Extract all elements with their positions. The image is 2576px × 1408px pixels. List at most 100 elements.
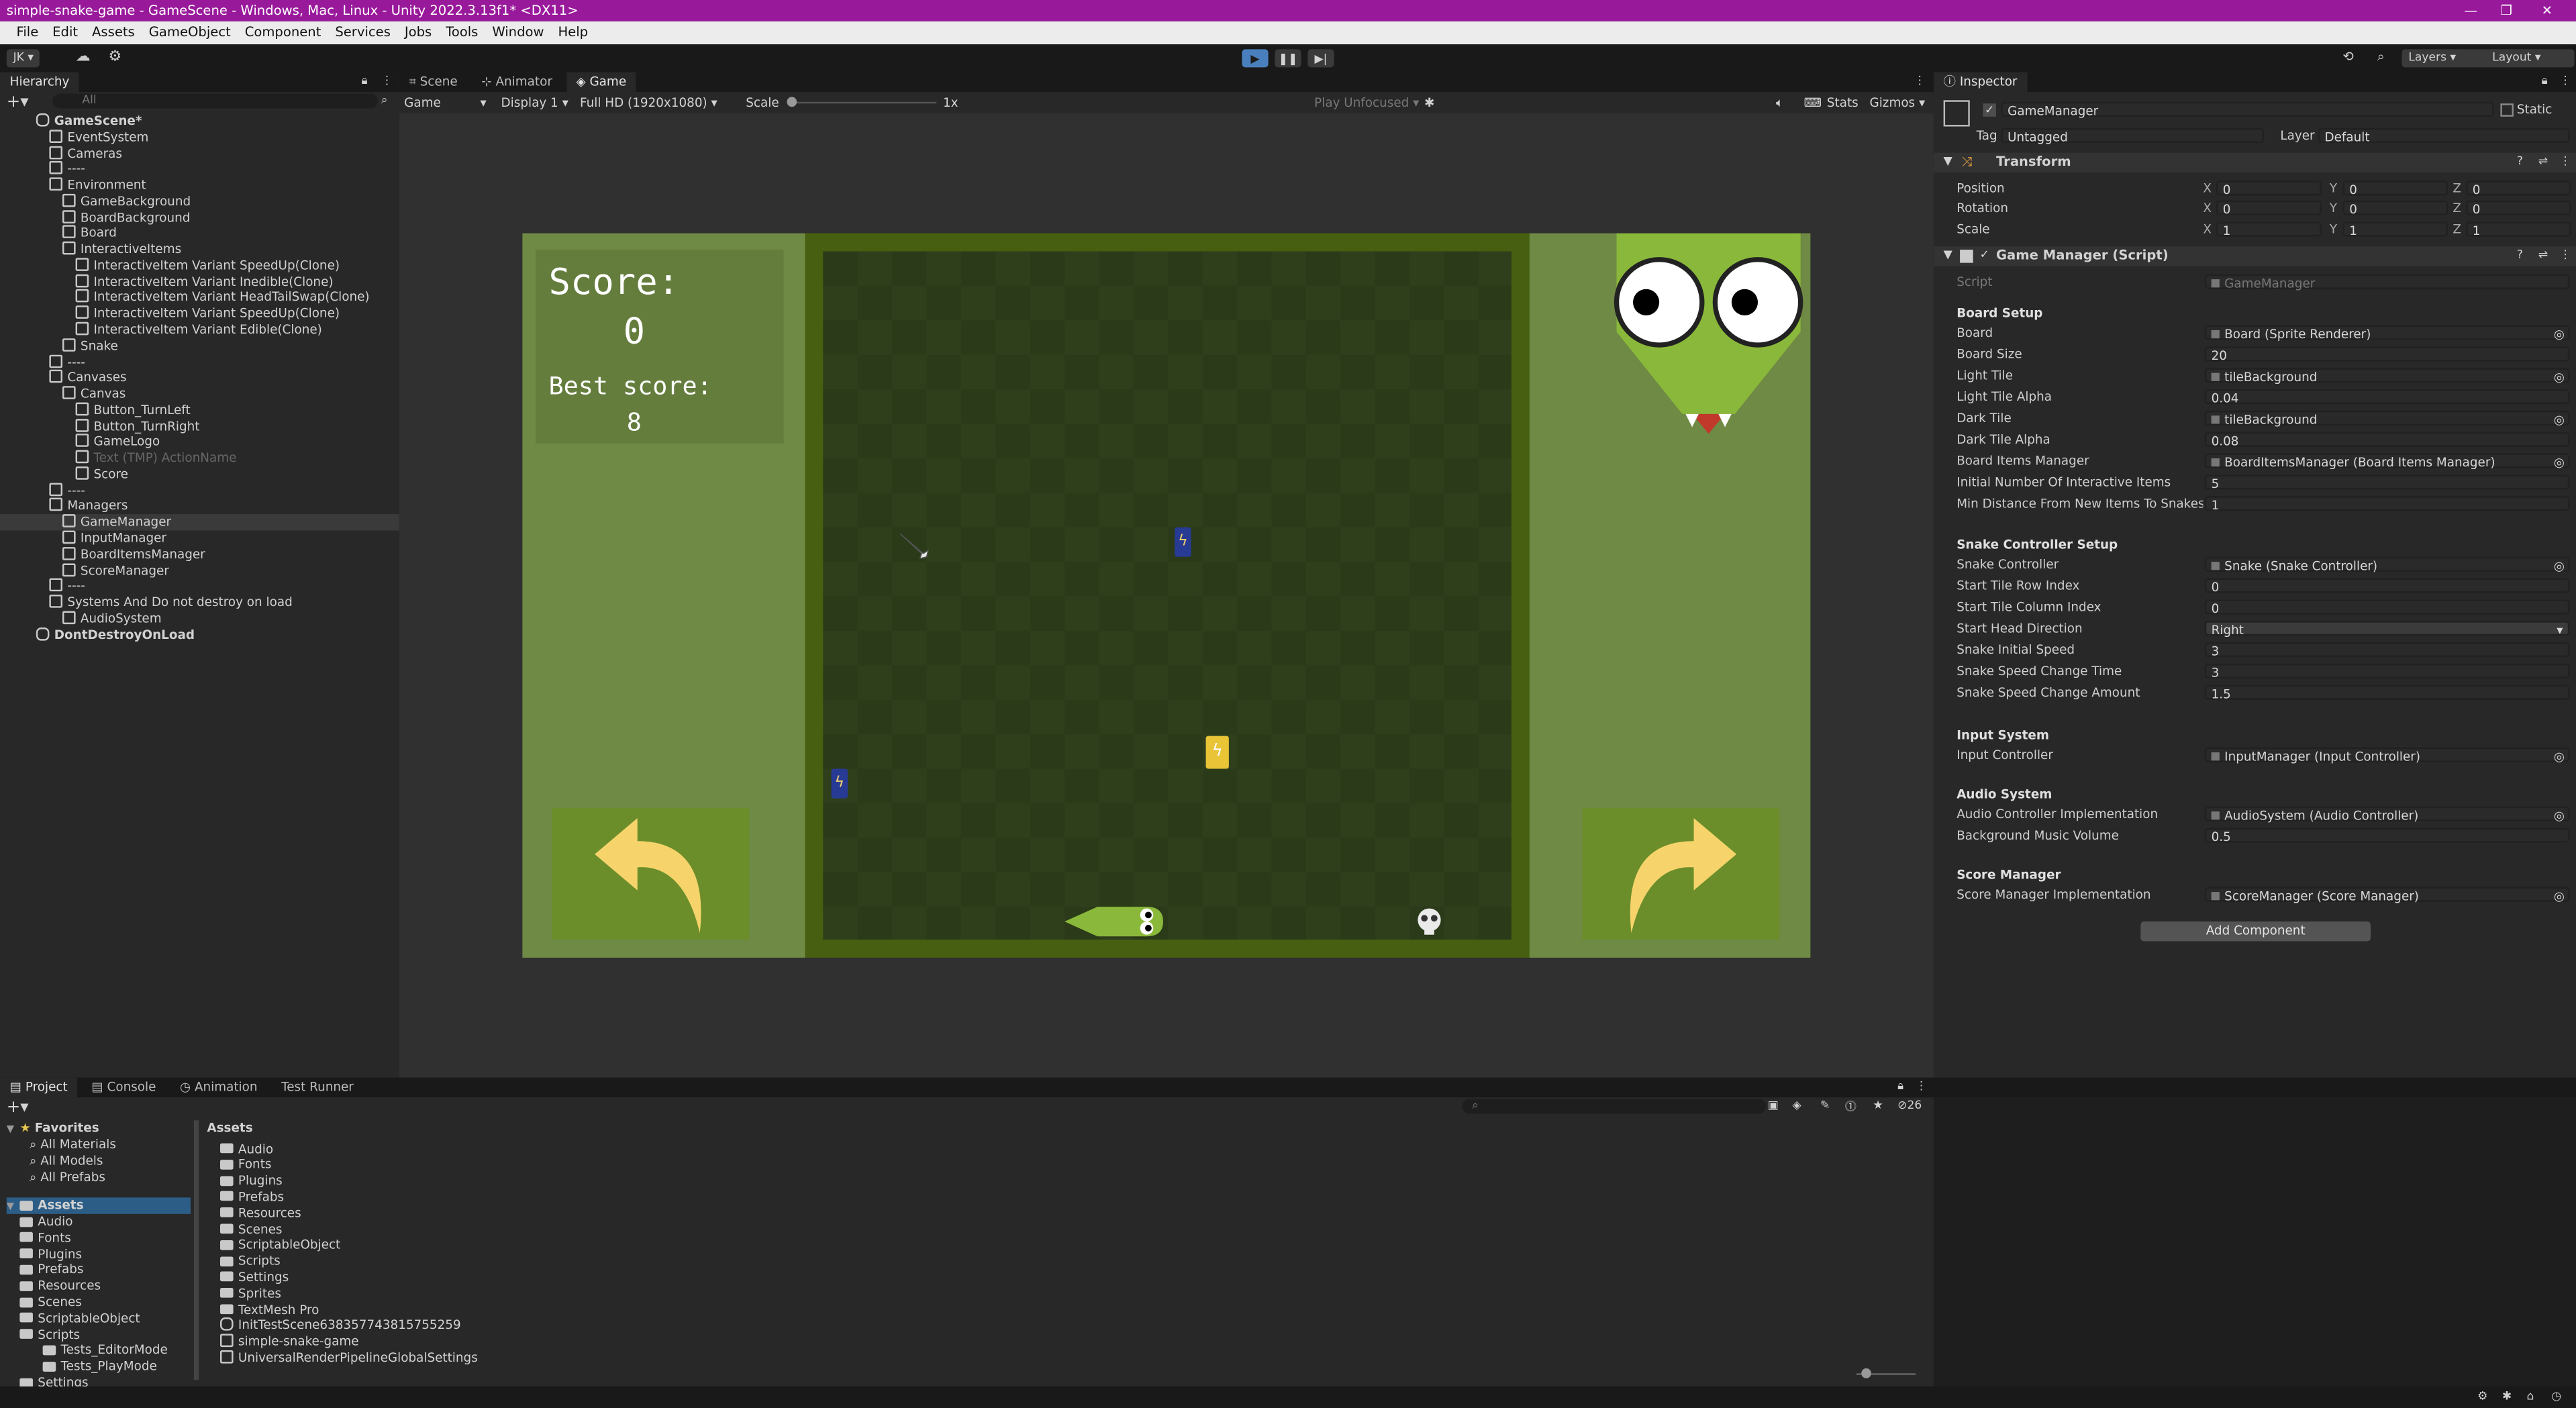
field-input[interactable]: 0 bbox=[2204, 577, 2570, 594]
debug-icon[interactable]: ✱ bbox=[2502, 1390, 2512, 1403]
hierarchy-item[interactable]: Systems And Do not destroy on load bbox=[0, 595, 399, 611]
hidden-packages-icon[interactable]: ⊘26 bbox=[1897, 1099, 1922, 1113]
tab-hierarchy[interactable]: Hierarchy bbox=[0, 72, 80, 93]
close-icon[interactable]: ✕ bbox=[2542, 0, 2553, 21]
more-menu-icon[interactable]: ⋮ bbox=[2560, 248, 2571, 262]
asset-item[interactable]: InitTestScene638357743815755259 bbox=[219, 1317, 461, 1334]
hierarchy-item[interactable]: InteractiveItem Variant SpeedUp(Clone) bbox=[0, 305, 399, 322]
tab-animation[interactable]: ◷ Animation bbox=[170, 1078, 267, 1097]
more-menu-icon[interactable]: ⋮ bbox=[2560, 74, 2571, 87]
hierarchy-item[interactable]: AudioSystem bbox=[0, 611, 399, 627]
audio-mute-icon[interactable]: 🔈︎ bbox=[1776, 95, 1783, 111]
object-picker-icon[interactable]: ◎ bbox=[2554, 888, 2565, 903]
favorite-item[interactable]: ⌕ All Prefabs bbox=[30, 1169, 105, 1185]
more-menu-icon[interactable]: ⋮ bbox=[1916, 1079, 1927, 1093]
history-icon[interactable]: ⟲ bbox=[2342, 49, 2353, 64]
menu-component[interactable]: Component bbox=[245, 25, 321, 40]
hierarchy-item[interactable]: Score bbox=[0, 466, 399, 483]
breadcrumb[interactable]: Assets bbox=[207, 1120, 252, 1135]
object-field[interactable]: BoardItemsManager (Board Items Manager) ◎ bbox=[2204, 453, 2570, 470]
tree-folder-item[interactable]: Plugins bbox=[19, 1246, 82, 1262]
search-by-label-icon[interactable]: ◈ bbox=[1792, 1099, 1801, 1113]
tab-game[interactable]: ◈ Game bbox=[566, 72, 636, 93]
tag-dropdown[interactable]: Untagged bbox=[2001, 128, 2264, 144]
bug-icon[interactable]: ✱ bbox=[1424, 95, 1434, 110]
progress-icon[interactable]: ⚙ bbox=[2477, 1390, 2487, 1403]
transform-z-field[interactable]: 0 bbox=[2465, 181, 2571, 197]
field-input[interactable]: 3 bbox=[2204, 642, 2570, 658]
hierarchy-item[interactable]: Managers bbox=[0, 498, 399, 515]
asset-item[interactable]: Plugins bbox=[219, 1173, 283, 1189]
component-header[interactable]: ▼ ✓ Game Manager (Script) ? ⇌ ⋮ bbox=[1933, 246, 2576, 266]
hierarchy-item[interactable]: Canvas bbox=[0, 386, 399, 402]
asset-item[interactable]: UniversalRenderPipelineGlobalSettings bbox=[219, 1350, 478, 1366]
hierarchy-item[interactable]: ---- bbox=[0, 161, 399, 178]
help-icon[interactable]: ? bbox=[2517, 248, 2523, 262]
transform-z-field[interactable]: 0 bbox=[2465, 201, 2571, 217]
hierarchy-item[interactable]: Environment bbox=[0, 177, 399, 194]
asset-item[interactable]: Scripts bbox=[219, 1254, 281, 1270]
layout-dropdown[interactable]: Layout ▾ bbox=[2485, 49, 2575, 68]
menu-jobs[interactable]: Jobs bbox=[405, 25, 432, 40]
favorite-star-icon[interactable]: ★ bbox=[1873, 1099, 1883, 1113]
static-checkbox[interactable] bbox=[2500, 103, 2514, 117]
display-dropdown[interactable]: Display 1 ▾ bbox=[501, 95, 568, 110]
field-input[interactable]: 3 bbox=[2204, 663, 2570, 680]
field-input[interactable]: 0 bbox=[2204, 599, 2570, 615]
hierarchy-item[interactable]: Canvases bbox=[0, 370, 399, 386]
settings-icon[interactable]: ⚙ bbox=[109, 49, 122, 65]
hierarchy-item[interactable]: Button_TurnLeft bbox=[0, 402, 399, 418]
tab-animator[interactable]: ⊹ Animator bbox=[472, 72, 562, 92]
object-name-field[interactable]: GameManager bbox=[2001, 101, 2494, 118]
tree-folder-item[interactable]: Tests_EditorMode bbox=[42, 1343, 168, 1359]
icon-size-slider-handle[interactable] bbox=[1861, 1368, 1871, 1378]
search-icon[interactable]: ⌕ bbox=[2377, 49, 2385, 65]
menu-gameobject[interactable]: GameObject bbox=[149, 25, 231, 40]
object-field[interactable]: Board (Sprite Renderer) ◎ bbox=[2204, 324, 2570, 341]
maximize-icon[interactable]: ❐ bbox=[2500, 0, 2512, 21]
tree-folder-item[interactable]: Fonts bbox=[19, 1230, 71, 1246]
tree-folder-item[interactable]: Prefabs bbox=[19, 1262, 83, 1278]
tab-inspector[interactable]: ⓘ Inspector bbox=[1933, 72, 2028, 93]
transform-header[interactable]: ▼ ⤨ Transform ? ⇌ ⋮ bbox=[1933, 152, 2576, 173]
asset-item[interactable]: simple-snake-game bbox=[219, 1334, 359, 1350]
favorite-item[interactable]: ⌕ All Materials bbox=[30, 1137, 116, 1153]
transform-y-field[interactable]: 1 bbox=[2342, 221, 2448, 238]
object-field[interactable]: InputManager (Input Controller) ◎ bbox=[2204, 746, 2570, 763]
more-menu-icon[interactable]: ⋮ bbox=[2560, 154, 2571, 168]
hierarchy-item[interactable]: InteractiveItem Variant HeadTailSwap(Clo… bbox=[0, 289, 399, 306]
assets-header[interactable]: ▼ Assets bbox=[6, 1197, 191, 1214]
tab-scene[interactable]: ⌗ Scene bbox=[399, 72, 468, 92]
tree-folder-item[interactable]: Audio bbox=[19, 1214, 73, 1230]
menu-file[interactable]: File bbox=[16, 25, 38, 40]
scale-slider-handle[interactable] bbox=[787, 97, 797, 107]
object-field[interactable]: ScoreManager (Score Manager) ◎ bbox=[2204, 886, 2570, 903]
hierarchy-item[interactable]: ---- bbox=[0, 482, 399, 499]
preset-icon[interactable]: ⇌ bbox=[2538, 248, 2548, 262]
hierarchy-item[interactable]: Button_TurnRight bbox=[0, 418, 399, 434]
gizmos-dropdown[interactable]: Gizmos ▾ bbox=[1869, 95, 1925, 110]
menu-services[interactable]: Services bbox=[335, 25, 391, 40]
sync-icon[interactable]: ◷ bbox=[2551, 1390, 2561, 1403]
hierarchy-item[interactable]: EventSystem bbox=[0, 129, 399, 146]
splitter[interactable] bbox=[193, 1120, 199, 1380]
asset-item[interactable]: ScriptableObject bbox=[219, 1238, 340, 1254]
object-picker-icon[interactable]: ◎ bbox=[2554, 558, 2565, 572]
asset-item[interactable]: TextMesh Pro bbox=[219, 1302, 319, 1318]
component-enabled-checkbox[interactable]: ✓ bbox=[1979, 248, 1989, 262]
transform-y-field[interactable]: 0 bbox=[2342, 181, 2448, 197]
asset-item[interactable]: Prefabs bbox=[219, 1189, 284, 1205]
transform-x-field[interactable]: 0 bbox=[2216, 201, 2322, 217]
field-input[interactable]: 1.5 bbox=[2204, 685, 2570, 701]
tree-folder-item[interactable]: Scenes bbox=[19, 1295, 82, 1311]
hierarchy-item[interactable]: Board bbox=[0, 225, 399, 242]
hierarchy-item[interactable]: GameLogo bbox=[0, 434, 399, 450]
hierarchy-item[interactable]: GameManager bbox=[0, 514, 399, 531]
layer-dropdown[interactable]: Default bbox=[2318, 128, 2570, 144]
search-filter-icon[interactable]: ⌕ bbox=[381, 94, 388, 109]
hierarchy-item[interactable]: InteractiveItem Variant Inedible(Clone) bbox=[0, 274, 399, 290]
object-field[interactable]: AudioSystem (Audio Controller) ◎ bbox=[2204, 805, 2570, 822]
object-picker-icon[interactable]: ◎ bbox=[2554, 326, 2565, 341]
more-menu-icon[interactable]: ⋮ bbox=[1914, 74, 1926, 87]
hierarchy-item[interactable]: InteractiveItems bbox=[0, 242, 399, 258]
